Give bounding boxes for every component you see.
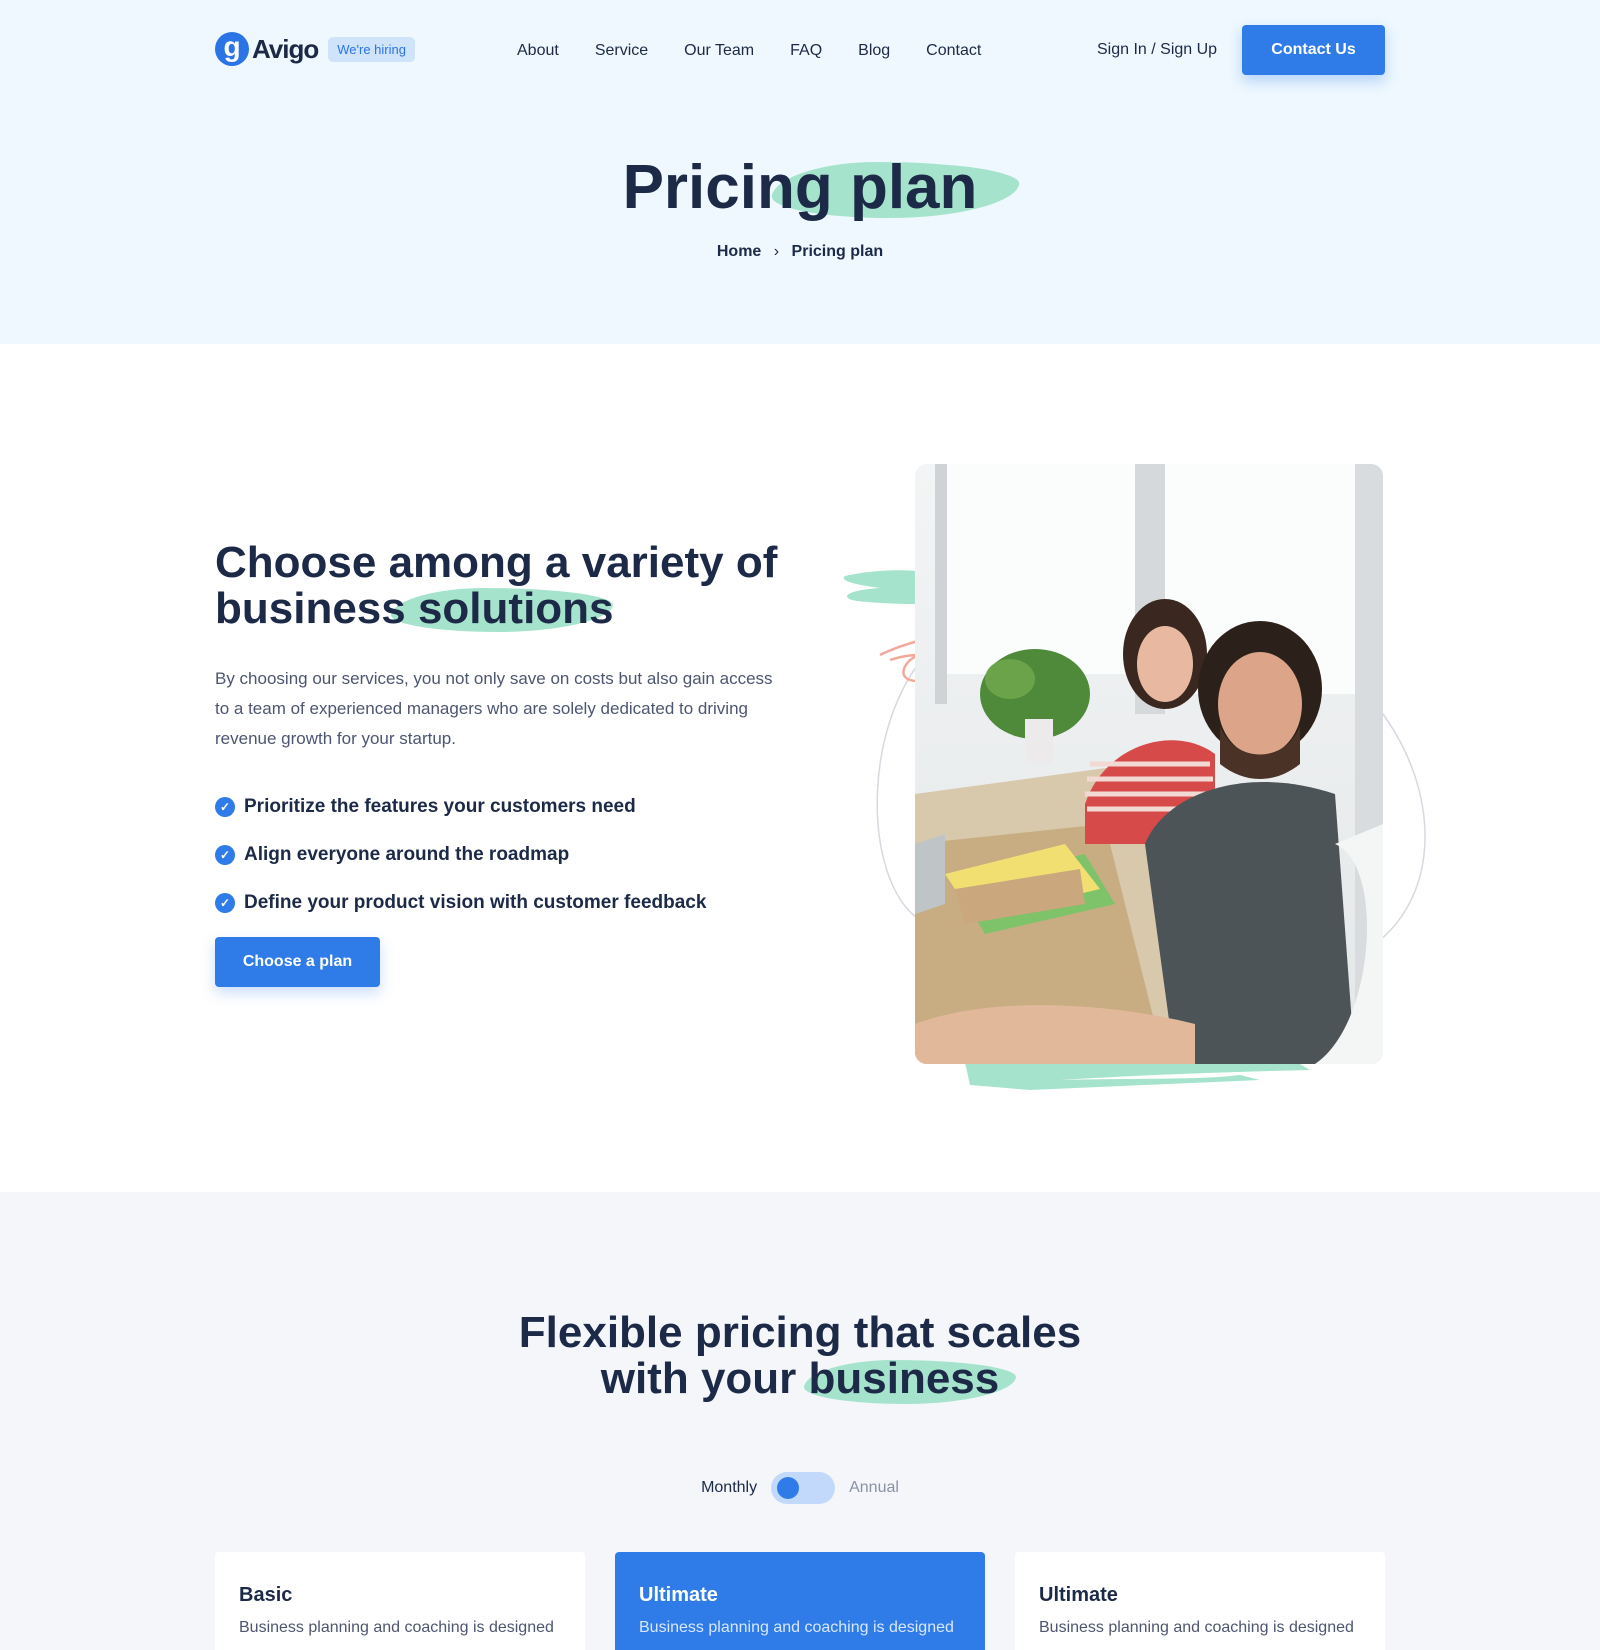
plan-description: Business planning and coaching is design… <box>639 1619 954 1636</box>
signin-link[interactable]: Sign In / Sign Up <box>1097 41 1217 59</box>
check-icon: ✓ <box>215 845 235 865</box>
page-title-group: Pricing plan <box>622 152 1024 223</box>
nav-our-team[interactable]: Our Team <box>684 42 754 60</box>
feature-item: ✓ Define your product vision with custom… <box>215 879 706 927</box>
contact-us-button[interactable]: Contact Us <box>1242 25 1385 75</box>
logo-icon: g <box>215 32 249 66</box>
hero-section: g Avigo We're hiring About Service Our T… <box>0 0 1600 344</box>
pricing-title-line1: Flexible pricing that scales <box>518 1308 1082 1357</box>
intro-title-line2: business solutions <box>215 584 614 633</box>
intro-title: Choose among a variety of business solut… <box>215 540 795 632</box>
billing-switch[interactable] <box>771 1472 836 1504</box>
plan-card-ultimate[interactable]: Ultimate Business planning and coaching … <box>1015 1552 1385 1650</box>
toggle-label-annual[interactable]: Annual <box>849 1479 899 1497</box>
feature-item: ✓ Align everyone around the roadmap <box>215 831 706 879</box>
plan-description: Business planning and coaching is design… <box>1039 1619 1354 1636</box>
team-photo-illustration <box>915 464 1383 1064</box>
nav-about[interactable]: About <box>517 42 559 60</box>
nav-contact[interactable]: Contact <box>926 42 981 60</box>
plan-card-basic[interactable]: Basic Business planning and coaching is … <box>215 1552 585 1650</box>
hiring-badge[interactable]: We're hiring <box>328 36 415 62</box>
intro-title-line1: Choose among a variety of <box>215 538 778 587</box>
nav-faq[interactable]: FAQ <box>790 42 822 60</box>
logo[interactable]: g Avigo We're hiring <box>215 32 415 66</box>
pricing-title: Flexible pricing that scales with your b… <box>0 1310 1600 1402</box>
switch-knob <box>777 1477 800 1499</box>
toggle-label-monthly[interactable]: Monthly <box>701 1479 757 1497</box>
nav-service[interactable]: Service <box>595 42 648 60</box>
billing-toggle: Monthly Annual <box>0 1472 1600 1504</box>
nav-blog[interactable]: Blog <box>858 42 890 60</box>
plan-description: Business planning and coaching is design… <box>239 1619 554 1636</box>
feature-text: Define your product vision with customer… <box>244 892 707 913</box>
brush-stroke-top <box>843 570 919 604</box>
feature-text: Align everyone around the roadmap <box>244 844 570 865</box>
choose-plan-button[interactable]: Choose a plan <box>215 937 380 987</box>
chevron-right-icon: › <box>773 243 780 260</box>
feature-text: Prioritize the features your customers n… <box>244 796 636 817</box>
brand-name: Avigo <box>252 33 319 64</box>
outline-curve-right <box>1379 709 1426 941</box>
check-icon: ✓ <box>215 797 235 817</box>
check-icon: ✓ <box>215 893 235 913</box>
main-nav: About Service Our Team FAQ Blog Contact <box>517 42 1017 60</box>
pricing-title-line2: with your business <box>600 1354 1000 1403</box>
breadcrumb-current: Pricing plan <box>791 243 884 260</box>
plan-name: Ultimate <box>1039 1584 1118 1606</box>
team-photo <box>915 464 1383 1064</box>
page-title-wrap: Pricing plan <box>0 152 1600 223</box>
plan-name: Basic <box>239 1584 293 1606</box>
intro-description: By choosing our services, you not only s… <box>215 669 773 748</box>
plan-card-ultimate-featured[interactable]: Ultimate Business planning and coaching … <box>615 1552 985 1650</box>
plan-name: Ultimate <box>639 1584 718 1606</box>
breadcrumb-home[interactable]: Home <box>717 243 761 260</box>
page-title: Pricing plan <box>622 153 978 222</box>
breadcrumb: Home › Pricing plan <box>0 243 1600 261</box>
feature-list: ✓ Prioritize the features your customers… <box>215 783 706 927</box>
feature-item: ✓ Prioritize the features your customers… <box>215 783 706 831</box>
